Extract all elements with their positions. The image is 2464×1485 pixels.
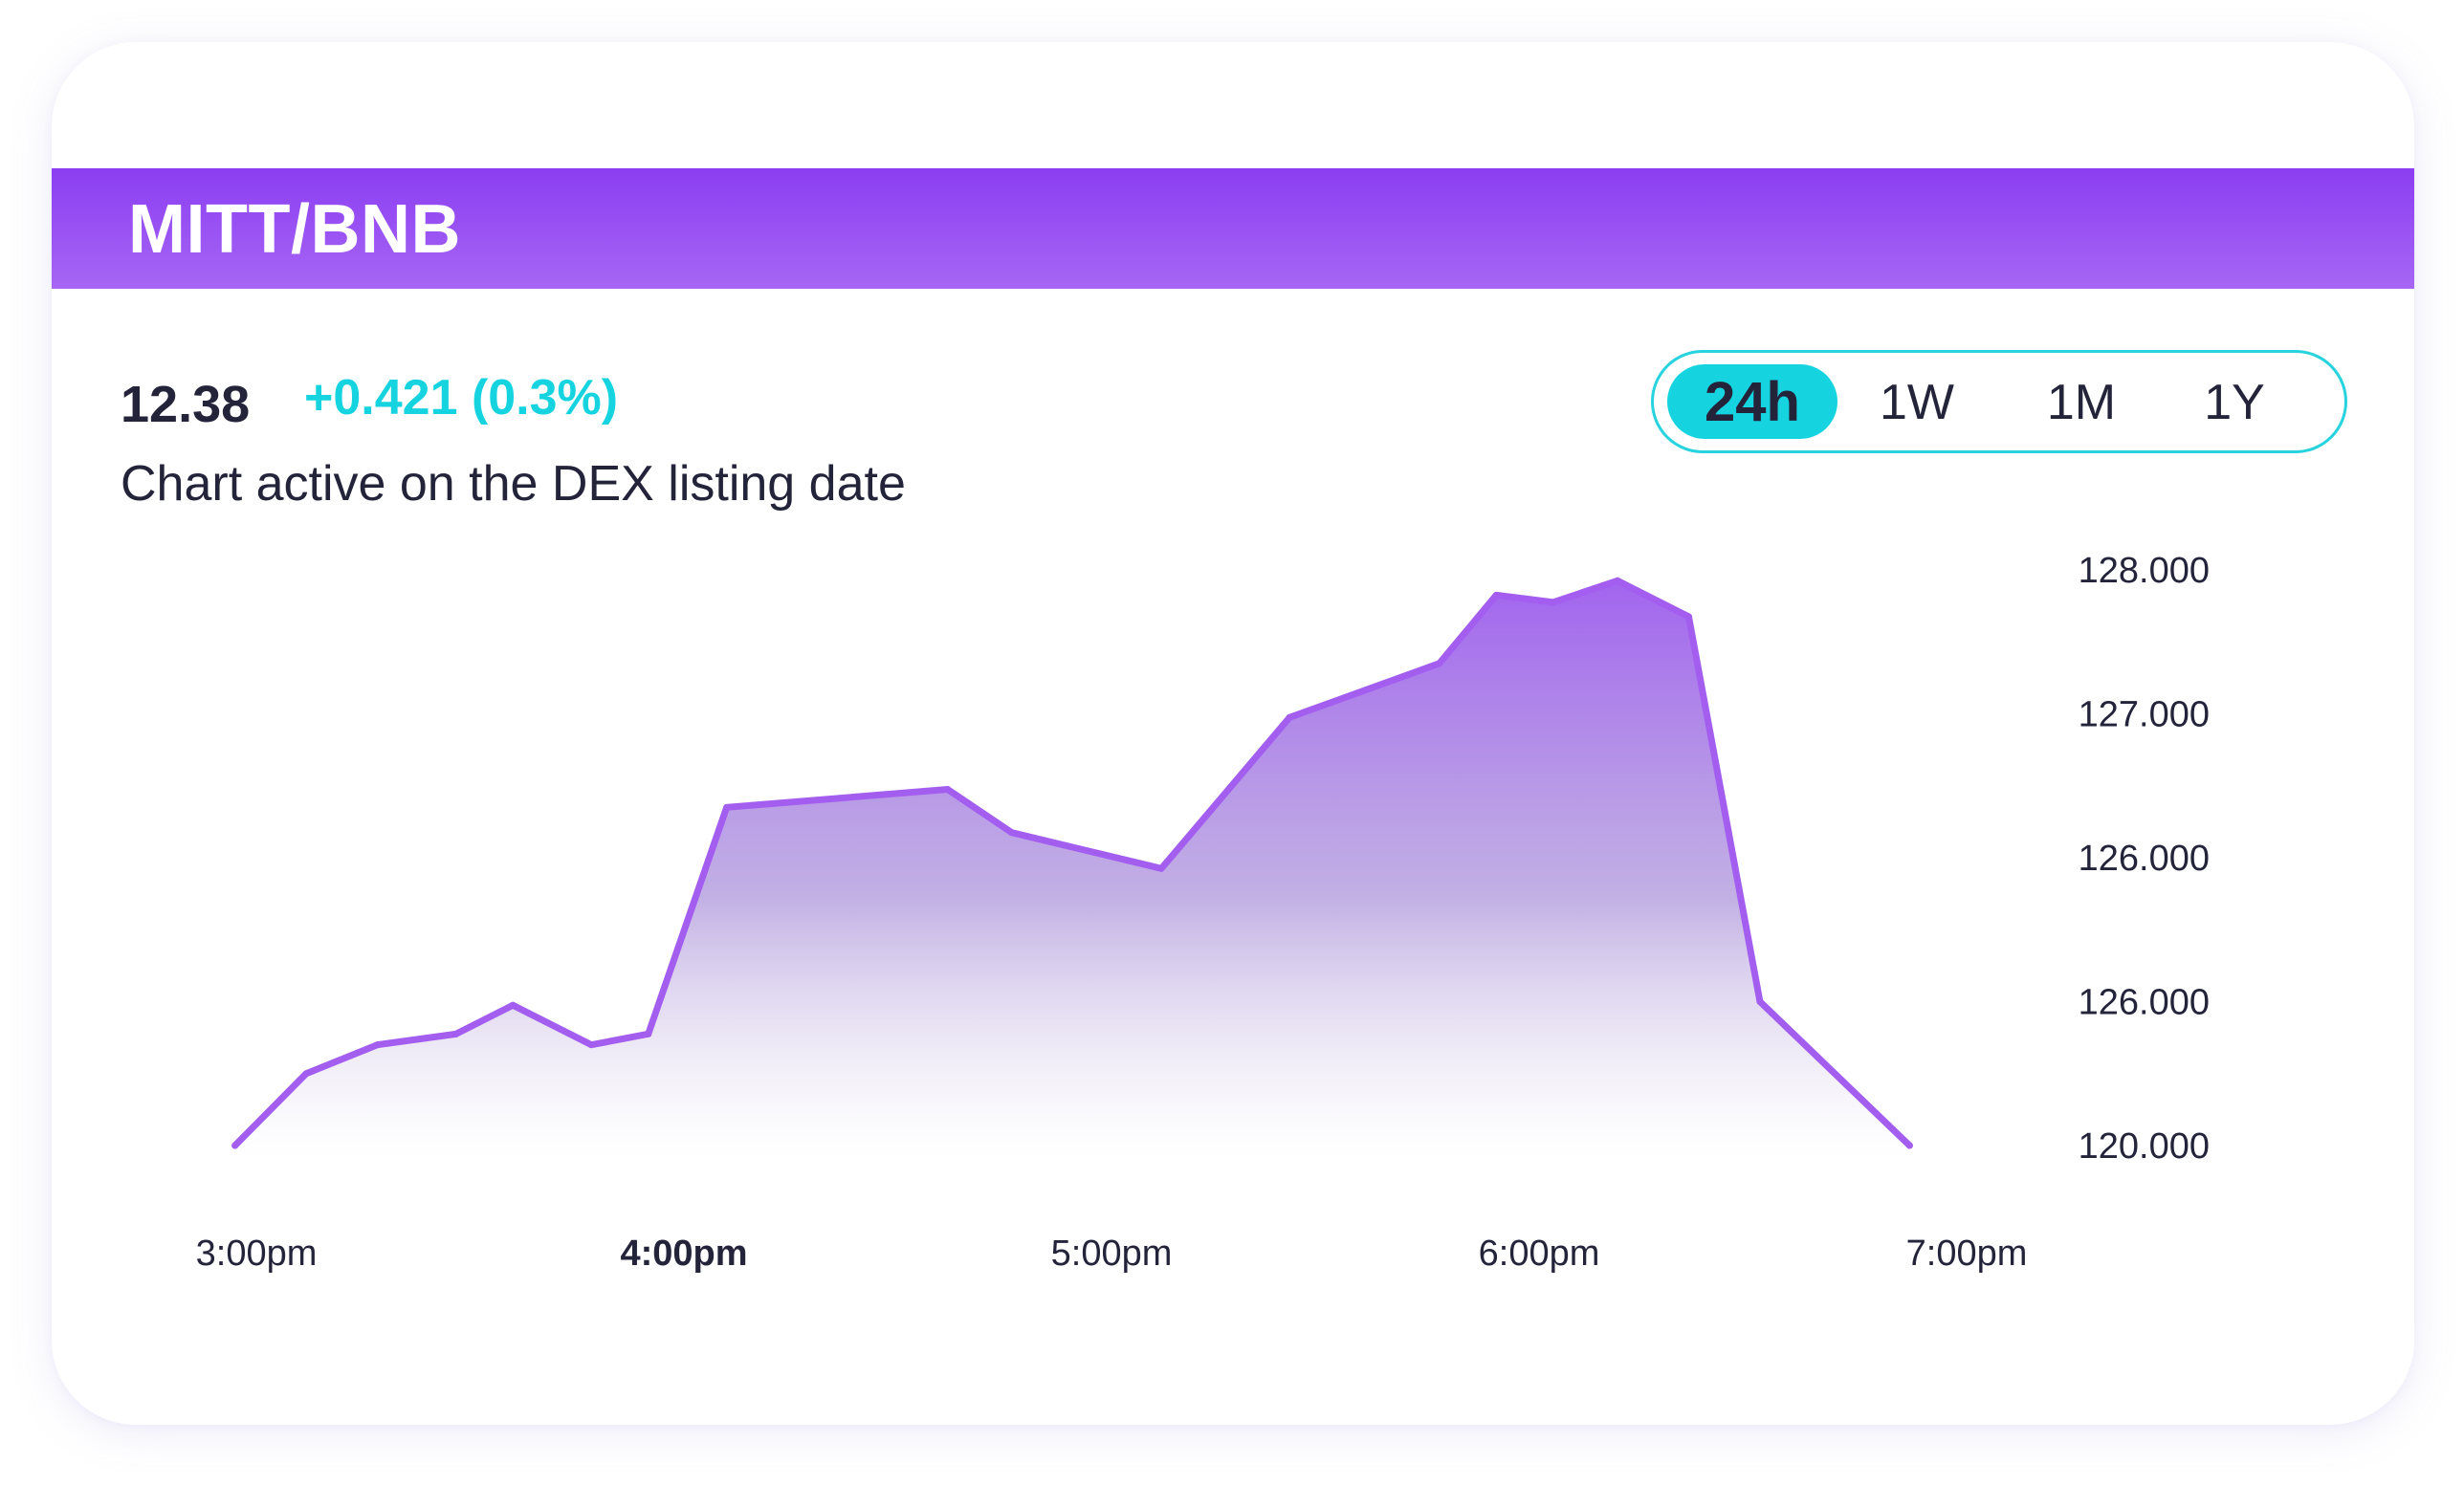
- data-point: [1157, 864, 1165, 872]
- y-tick-label: 126.000: [2079, 839, 2210, 879]
- data-point: [723, 803, 731, 811]
- data-point: [1684, 613, 1692, 621]
- x-tick-label: 5:00pm: [1051, 1234, 1173, 1274]
- y-tick-label: 128.000: [2079, 551, 2210, 591]
- data-point: [1286, 713, 1293, 721]
- y-tick-label: 120.000: [2079, 1126, 2210, 1167]
- price-chart: 128.000 127.000 126.000 126.000 120.000 3:00…: [196, 551, 2210, 1274]
- x-tick-label: 6:00pm: [1479, 1234, 1600, 1274]
- data-point: [1614, 577, 1621, 584]
- data-point: [645, 1030, 652, 1037]
- data-point: [509, 1001, 517, 1009]
- data-point: [1550, 599, 1557, 606]
- data-point: [1756, 998, 1764, 1005]
- y-tick-label: 126.000: [2079, 983, 2210, 1023]
- data-point: [587, 1041, 595, 1049]
- data-point: [1905, 1142, 1913, 1149]
- data-point: [944, 786, 952, 794]
- y-tick-label: 127.000: [2079, 695, 2210, 735]
- data-point: [1492, 591, 1500, 599]
- data-point: [452, 1030, 460, 1037]
- data-point: [231, 1142, 239, 1149]
- data-point: [302, 1070, 310, 1078]
- x-tick-label: 7:00pm: [1906, 1234, 2028, 1274]
- data-point: [1436, 660, 1443, 667]
- price-area: [234, 580, 1910, 1157]
- x-tick-label: 3:00pm: [196, 1234, 318, 1274]
- x-tick-label: 4:00pm: [620, 1234, 747, 1274]
- data-point: [1008, 829, 1016, 837]
- data-point: [374, 1041, 382, 1049]
